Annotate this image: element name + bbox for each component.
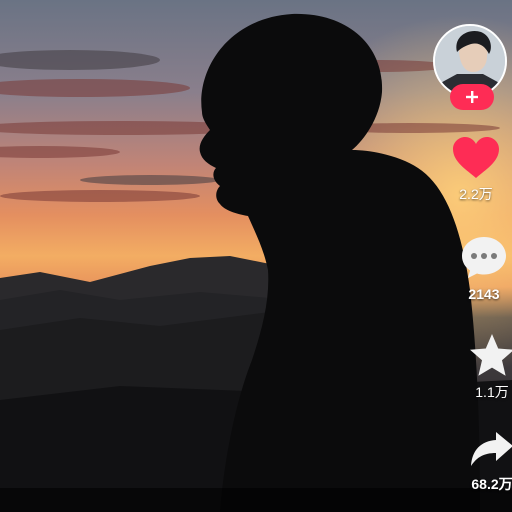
favorite-count: 1.1万 xyxy=(475,384,509,400)
comment-button[interactable]: 2143 xyxy=(452,234,512,302)
comment-bubble-icon xyxy=(462,237,506,278)
heart-icon xyxy=(453,137,499,178)
share-count: 68.2万 xyxy=(471,476,512,492)
follow-button[interactable] xyxy=(450,84,494,110)
like-count: 2.2万 xyxy=(459,186,493,202)
plus-icon xyxy=(466,91,478,103)
like-button[interactable]: 2.2万 xyxy=(446,136,506,202)
share-button[interactable]: 68.2万 xyxy=(462,430,512,492)
creator-avatar-group xyxy=(433,24,507,114)
comment-count: 2143 xyxy=(468,286,500,302)
favorite-button[interactable]: 1.1万 xyxy=(462,332,512,400)
action-rail: 2.2万 2143 1.1万 68.2万 xyxy=(0,0,512,512)
star-icon xyxy=(470,334,512,376)
share-arrow-icon xyxy=(471,432,512,466)
